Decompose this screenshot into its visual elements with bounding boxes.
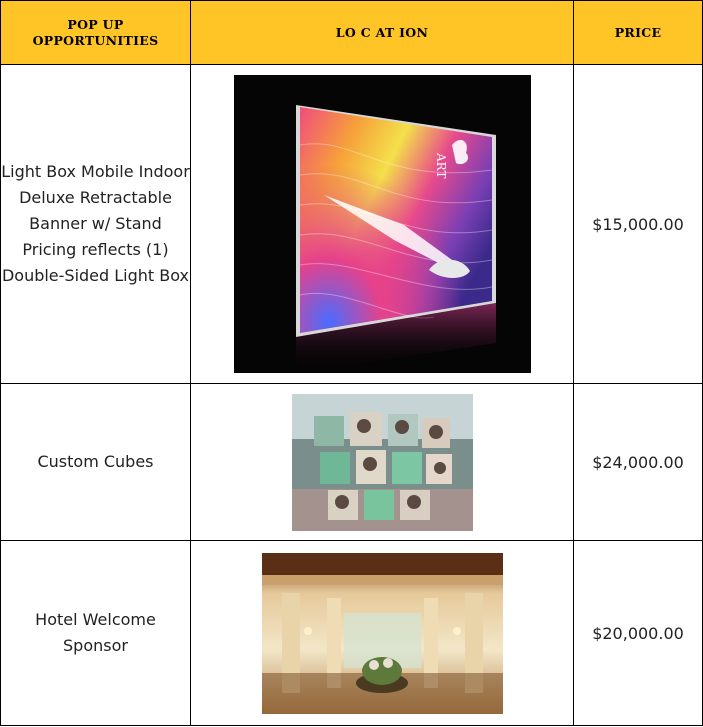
- item-name: Hotel Welcome Sponsor: [0, 540, 191, 726]
- sponsorship-table: POP UP OPPORTUNITIES LO C AT ION PRICE L…: [0, 0, 703, 726]
- item-image-cell: [190, 383, 574, 541]
- item-name: Custom Cubes: [0, 383, 191, 541]
- custom-cubes-image: [291, 393, 473, 531]
- header-price: PRICE: [573, 0, 703, 65]
- table-row: Custom Cubes $24,000.00: [0, 383, 703, 541]
- table-row: Light Box Mobile Indoor Deluxe Retractab…: [0, 64, 703, 384]
- item-name: Light Box Mobile Indoor Deluxe Retractab…: [0, 64, 191, 384]
- hotel-lobby-image: [261, 552, 503, 714]
- item-price: $20,000.00: [573, 540, 703, 726]
- item-image-cell: ART: [190, 64, 574, 384]
- table-header-row: POP UP OPPORTUNITIES LO C AT ION PRICE: [0, 0, 703, 65]
- table-row: Hotel Welcome Sponsor $20,000.00: [0, 540, 703, 726]
- header-opportunities-text: POP UP OPPORTUNITIES: [32, 16, 159, 48]
- item-image-cell: [190, 540, 574, 726]
- header-pop-up-opportunities: POP UP OPPORTUNITIES: [0, 0, 191, 65]
- item-price: $24,000.00: [573, 383, 703, 541]
- item-price: $15,000.00: [573, 64, 703, 384]
- art-logo-lettering: ART: [434, 152, 448, 179]
- header-location: LO C AT ION: [190, 0, 574, 65]
- light-box-banner-image: ART: [233, 75, 531, 373]
